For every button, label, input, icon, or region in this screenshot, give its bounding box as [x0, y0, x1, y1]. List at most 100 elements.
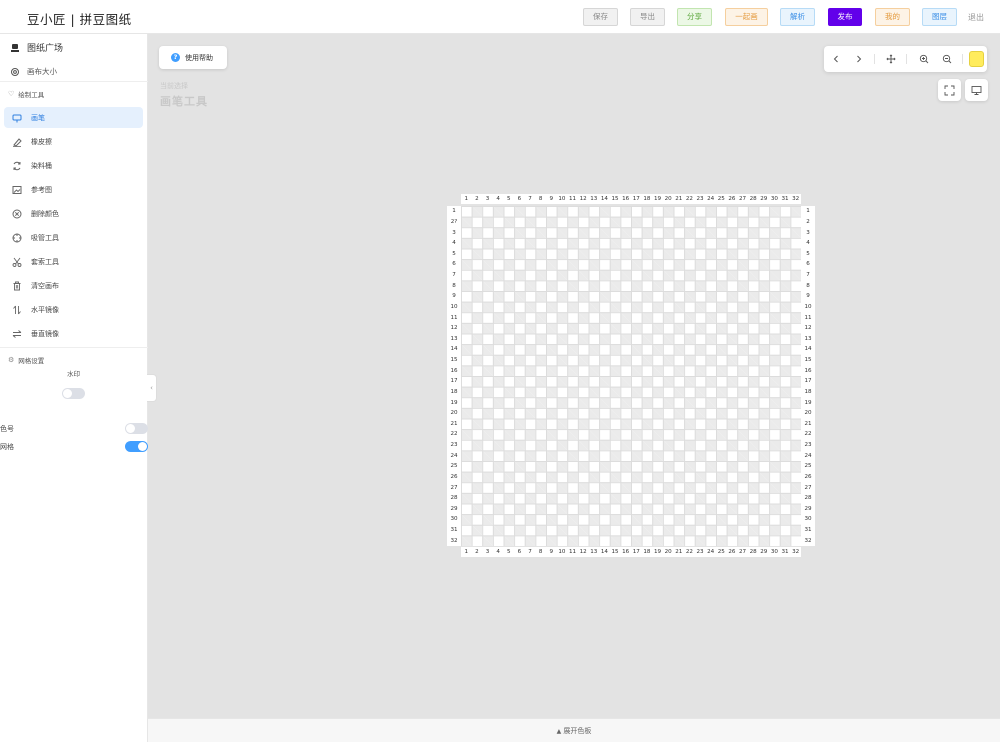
column-number: 19 — [654, 549, 662, 555]
column-number: 29 — [760, 196, 768, 202]
column-number: 16 — [622, 549, 630, 555]
publish-button[interactable]: 发布 — [828, 8, 862, 26]
column-number: 13 — [590, 196, 598, 202]
watermark-label: 水印 — [67, 370, 80, 378]
tool-reference-image[interactable]: 参考图 — [4, 179, 143, 200]
expand-palette-button[interactable]: ▲ 展开色板 — [148, 718, 1000, 742]
undo-icon[interactable] — [830, 53, 842, 65]
shield-icon: ♡ — [8, 90, 15, 98]
column-number: 8 — [538, 196, 543, 202]
watermark-toggle[interactable] — [62, 388, 85, 399]
logout-link[interactable]: 退出 — [968, 12, 984, 23]
row-number: 11 — [450, 314, 458, 321]
canvas-toolbar — [824, 46, 987, 72]
sidebar: 图纸广场 画布大小 ♡ 绘制工具 画笔 橡皮擦 染料桶 参考图 删除颜色 吸管工… — [0, 34, 148, 742]
monitor-button[interactable] — [965, 79, 988, 101]
row-number: 22 — [450, 431, 458, 438]
column-number: 25 — [717, 549, 725, 555]
sidebar-item-canvas-size[interactable]: 画布大小 — [10, 66, 57, 77]
row-number: 13 — [450, 335, 458, 342]
trash-icon — [12, 281, 22, 291]
row-number: 24 — [804, 452, 812, 459]
row-number: 23 — [450, 442, 458, 449]
sidebar-collapse-handle[interactable]: ‹ — [147, 374, 157, 402]
row-number: 32 — [804, 537, 812, 544]
layers-button[interactable]: 图层 — [922, 8, 957, 26]
column-number: 16 — [622, 196, 630, 202]
column-numbers-top: 1 2 3 4 5 6 7 8 9 10 11 12 13 14 15 16 17 18 19 20 21 22 23 24 2… — [461, 194, 801, 204]
column-number: 11 — [569, 549, 577, 555]
sidebar-item-gallery[interactable]: 图纸广场 — [10, 41, 63, 54]
tool-clear-canvas[interactable]: 清空画布 — [4, 275, 143, 296]
column-number: 18 — [643, 196, 651, 202]
row-number: 6 — [806, 261, 810, 268]
mirror-horizontal-icon — [12, 305, 22, 315]
column-number: 1 — [464, 549, 469, 555]
scissors-icon — [12, 257, 22, 267]
row-number: 32 — [450, 537, 458, 544]
tool-eyedropper[interactable]: 吸管工具 — [4, 227, 143, 248]
row-number: 2? — [450, 218, 458, 225]
draw-together-button[interactable]: 一起画 — [725, 8, 768, 26]
current-color-swatch[interactable] — [969, 51, 984, 67]
column-number: 32 — [792, 549, 800, 555]
column-number: 28 — [749, 196, 757, 202]
column-number: 22 — [685, 549, 693, 555]
row-numbers-left: 1 2? 3 4 5 6 7 8 9 10 11 12 13 14 15 16 17 18 19 20 21 22 23 24… — [447, 206, 461, 546]
row-number: 2 — [806, 218, 810, 225]
tool-brush[interactable]: 画笔 — [4, 107, 143, 128]
row-number: 25 — [450, 463, 458, 470]
column-number: 9 — [549, 196, 554, 202]
parse-button[interactable]: 解析 — [780, 8, 815, 26]
tool-lasso[interactable]: 套索工具 — [4, 251, 143, 272]
fullscreen-button[interactable] — [938, 79, 961, 101]
row-number: 16 — [450, 367, 458, 374]
bead-canvas[interactable] — [461, 206, 801, 546]
row-number: 3 — [806, 229, 810, 236]
image-icon — [12, 185, 22, 195]
row-number: 19 — [804, 399, 812, 406]
column-number: 29 — [760, 549, 768, 555]
export-button[interactable]: 导出 — [630, 8, 665, 26]
column-number: 4 — [496, 549, 500, 555]
fullscreen-icon — [944, 85, 955, 95]
help-button[interactable]: ? 使用帮助 — [159, 46, 227, 69]
tool-bucket[interactable]: 染料桶 — [4, 155, 143, 176]
row-number: 30 — [450, 516, 458, 523]
save-button[interactable]: 保存 — [583, 8, 618, 26]
row-number: 20 — [804, 410, 812, 417]
divider — [906, 54, 907, 64]
row-number: 6 — [452, 261, 456, 268]
mine-button[interactable]: 我的 — [875, 8, 910, 26]
caret-up-icon: ▲ — [556, 728, 562, 735]
row-number: 17 — [804, 378, 812, 385]
grid-toggle[interactable] — [125, 441, 148, 452]
column-number: 24 — [707, 196, 715, 202]
column-number: 12 — [579, 196, 587, 202]
share-button[interactable]: 分享 — [677, 8, 712, 26]
column-number: 26 — [728, 549, 736, 555]
redo-icon[interactable] — [853, 53, 865, 65]
tool-mirror-horizontal[interactable]: 水平镜像 — [4, 299, 143, 320]
row-number: 23 — [804, 442, 812, 449]
row-number: 31 — [804, 527, 812, 534]
row-numbers-right: 1 2 3 4 5 6 7 8 9 10 11 12 13 14 15 16 17 18 19 20 21 22 23 24 2… — [801, 206, 815, 546]
row-number: 21 — [804, 420, 812, 427]
column-number: 14 — [600, 549, 608, 555]
row-number: 9 — [806, 293, 810, 300]
zoom-in-icon[interactable] — [918, 53, 930, 65]
move-icon[interactable] — [885, 53, 897, 65]
row-number: 18 — [450, 388, 458, 395]
tool-delete-color[interactable]: 删除颜色 — [4, 203, 143, 224]
divider — [874, 54, 875, 64]
grid-lines — [461, 206, 801, 546]
row-number: 30 — [804, 516, 812, 523]
column-number: 3 — [485, 196, 490, 202]
tool-mirror-vertical[interactable]: 垂直镜像 — [4, 323, 143, 344]
color-code-toggle[interactable] — [125, 423, 148, 434]
row-number: 12 — [450, 325, 458, 332]
column-number: 27 — [739, 549, 747, 555]
zoom-out-icon[interactable] — [941, 53, 953, 65]
column-number: 18 — [643, 549, 651, 555]
tool-eraser[interactable]: 橡皮擦 — [4, 131, 143, 152]
